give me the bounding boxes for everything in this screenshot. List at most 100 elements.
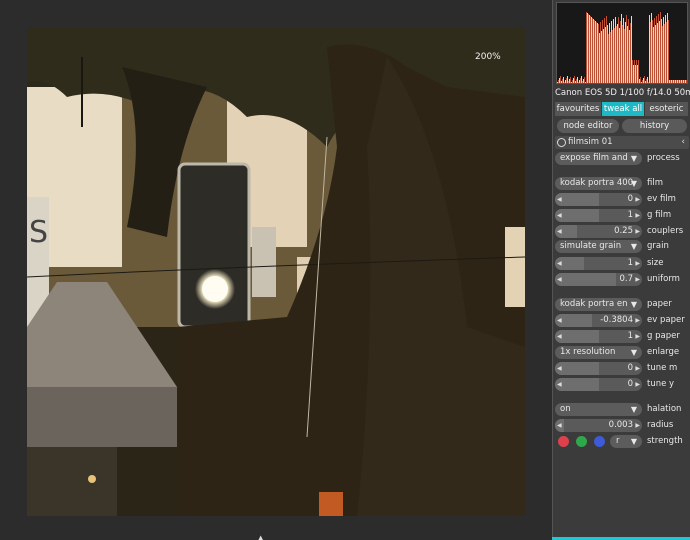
histogram-bar — [676, 80, 677, 83]
histogram-bar — [635, 65, 636, 83]
tab-favourites[interactable]: favourites — [555, 102, 602, 116]
histogram-graph — [557, 12, 687, 83]
histogram-bar — [582, 81, 583, 83]
green-channel-picker[interactable] — [576, 436, 587, 447]
decrement-arrow-icon[interactable]: ◀ — [557, 419, 562, 432]
tune-m-label: tune m — [647, 363, 678, 373]
dropdown-arrow-icon: ▼ — [630, 154, 637, 163]
decrement-arrow-icon[interactable]: ◀ — [557, 193, 562, 206]
histogram-bar — [661, 19, 662, 83]
histogram-bar — [631, 16, 632, 83]
process-combo[interactable]: expose film and ▼ — [555, 152, 642, 165]
increment-arrow-icon[interactable]: ▶ — [635, 225, 640, 238]
histogram-bar — [655, 25, 656, 83]
histogram-bar — [640, 77, 641, 83]
decrement-arrow-icon[interactable]: ◀ — [557, 225, 562, 238]
param-ev-film: ◀ 0 ▶ ev film — [555, 193, 689, 206]
process-value: expose film and — [560, 153, 628, 163]
histogram-bar — [568, 81, 569, 83]
g-film-label: g film — [647, 210, 672, 220]
chevron-left-icon[interactable]: ‹ — [681, 136, 685, 149]
increment-arrow-icon[interactable]: ▶ — [635, 314, 640, 327]
increment-arrow-icon[interactable]: ▶ — [635, 419, 640, 432]
tune-m-slider[interactable]: ◀ 0 ▶ — [555, 362, 642, 375]
increment-arrow-icon[interactable]: ▶ — [635, 273, 640, 286]
grain-combo[interactable]: simulate grain ▼ — [555, 240, 642, 253]
increment-arrow-icon[interactable]: ▶ — [635, 257, 640, 270]
enlarge-value: 1x resolution — [560, 347, 616, 357]
histogram-bar — [590, 16, 591, 83]
strength-channel-combo[interactable]: r ▼ — [610, 435, 642, 448]
histogram-bar — [639, 79, 640, 83]
histogram-bar — [595, 21, 596, 83]
uniform-slider[interactable]: ◀ 0.7 ▶ — [555, 273, 642, 286]
histogram-bar — [558, 80, 559, 83]
histogram-bar — [594, 20, 595, 83]
param-radius: ◀ 0.003 ▶ radius — [555, 419, 689, 432]
tab-esoteric[interactable]: esoteric — [645, 102, 689, 116]
histogram-bar — [636, 60, 637, 83]
histogram-bar — [682, 80, 683, 83]
increment-arrow-icon[interactable]: ▶ — [635, 193, 640, 206]
decrement-arrow-icon[interactable]: ◀ — [557, 330, 562, 343]
dropdown-arrow-icon: ▼ — [630, 179, 637, 188]
dropdown-arrow-icon: ▼ — [630, 300, 637, 309]
histogram-bar — [673, 80, 674, 83]
histogram-bar — [671, 80, 672, 83]
module-header-filmsim[interactable]: filmsim 01 ‹ — [555, 136, 689, 149]
module-name: filmsim 01 — [568, 137, 613, 147]
increment-arrow-icon[interactable]: ▶ — [635, 378, 640, 391]
decrement-arrow-icon[interactable]: ◀ — [557, 378, 562, 391]
histogram-bar — [683, 80, 684, 83]
blue-channel-picker[interactable] — [594, 436, 605, 447]
node-editor-button[interactable]: node editor — [557, 119, 619, 133]
tune-y-slider[interactable]: ◀ 0 ▶ — [555, 378, 642, 391]
grain-value: simulate grain — [560, 241, 622, 251]
decrement-arrow-icon[interactable]: ◀ — [557, 209, 562, 222]
param-ev-paper: ◀ -0.3804 ▶ ev paper — [555, 314, 689, 327]
module-enable-icon[interactable] — [557, 138, 566, 147]
process-label: process — [647, 153, 680, 163]
strength-channel-value: r — [616, 436, 620, 446]
decrement-arrow-icon[interactable]: ◀ — [557, 314, 562, 327]
histogram-bar — [642, 80, 643, 83]
radius-slider[interactable]: ◀ 0.003 ▶ — [555, 419, 642, 432]
g-film-slider[interactable]: ◀ 1 ▶ — [555, 209, 642, 222]
radius-label: radius — [647, 420, 674, 430]
histogram-bar — [616, 26, 617, 83]
increment-arrow-icon[interactable]: ▶ — [635, 362, 640, 375]
g-paper-slider[interactable]: ◀ 1 ▶ — [555, 330, 642, 343]
size-slider[interactable]: ◀ 1 ▶ — [555, 257, 642, 270]
paper-combo[interactable]: kodak portra en ▼ — [555, 298, 642, 311]
decrement-arrow-icon[interactable]: ◀ — [557, 362, 562, 375]
enlarge-combo[interactable]: 1x resolution ▼ — [555, 346, 642, 359]
tab-tweak-all[interactable]: tweak all — [602, 102, 645, 116]
ev-film-slider[interactable]: ◀ 0 ▶ — [555, 193, 642, 206]
histogram-bar — [677, 80, 678, 83]
histogram-bar — [619, 28, 620, 83]
halation-combo[interactable]: on ▼ — [555, 403, 642, 416]
histogram-bar — [569, 79, 570, 83]
red-channel-picker[interactable] — [558, 436, 569, 447]
image-viewport[interactable]: S 200% ▲ — [0, 0, 552, 540]
history-button[interactable]: history — [622, 119, 687, 133]
histogram-bar — [611, 21, 612, 83]
photo-canvas[interactable]: S — [27, 27, 525, 516]
param-tune-y: ◀ 0 ▶ tune y — [555, 378, 689, 391]
histogram-bar — [574, 76, 575, 83]
histogram-bar — [583, 79, 584, 83]
histogram-bar — [652, 20, 653, 83]
histogram-bar — [615, 17, 616, 83]
film-combo[interactable]: kodak portra 400 ▼ — [555, 177, 642, 190]
decrement-arrow-icon[interactable]: ◀ — [557, 257, 562, 270]
histogram-bar — [586, 12, 587, 83]
increment-arrow-icon[interactable]: ▶ — [635, 330, 640, 343]
decrement-arrow-icon[interactable]: ◀ — [557, 273, 562, 286]
histogram-bar — [597, 23, 598, 83]
histogram-bar — [571, 82, 572, 83]
histogram-bar — [644, 76, 645, 83]
ev-paper-slider[interactable]: ◀ -0.3804 ▶ — [555, 314, 642, 327]
couplers-slider[interactable]: ◀ 0.25 ▶ — [555, 225, 642, 238]
increment-arrow-icon[interactable]: ▶ — [635, 209, 640, 222]
histogram-bar — [678, 80, 679, 83]
